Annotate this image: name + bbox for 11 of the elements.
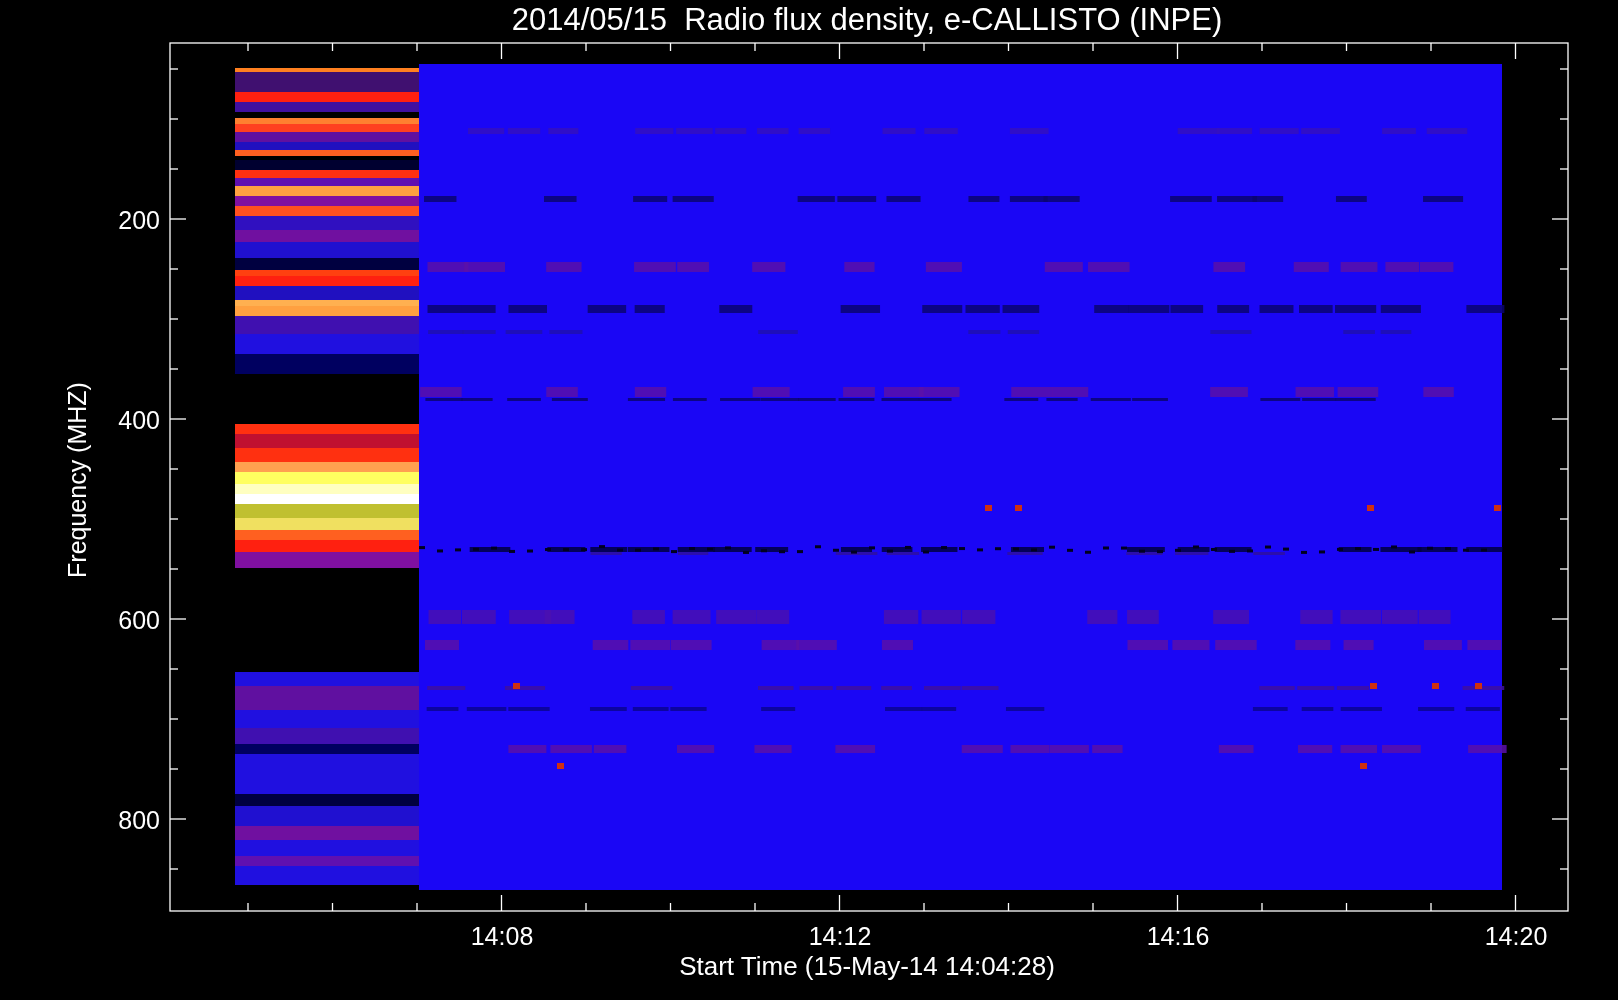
tick-label: 14:08 xyxy=(470,922,534,950)
tick-label: 14:20 xyxy=(1484,922,1548,950)
tick-label: 14:16 xyxy=(1146,922,1210,950)
tick-label: 200 xyxy=(118,206,160,234)
tick-label: 600 xyxy=(118,606,160,634)
plot-title: 2014/05/15 Radio flux density, e-CALLISTO (INPE) xyxy=(511,2,1223,37)
axis-label: Frequency (MHZ) xyxy=(63,382,91,578)
tick-label: 14:12 xyxy=(808,922,872,950)
tick-label: 800 xyxy=(118,806,160,834)
axis-label: Start Time (15-May-14 14:04:28) xyxy=(679,951,1055,981)
tick-label: 400 xyxy=(118,406,160,434)
